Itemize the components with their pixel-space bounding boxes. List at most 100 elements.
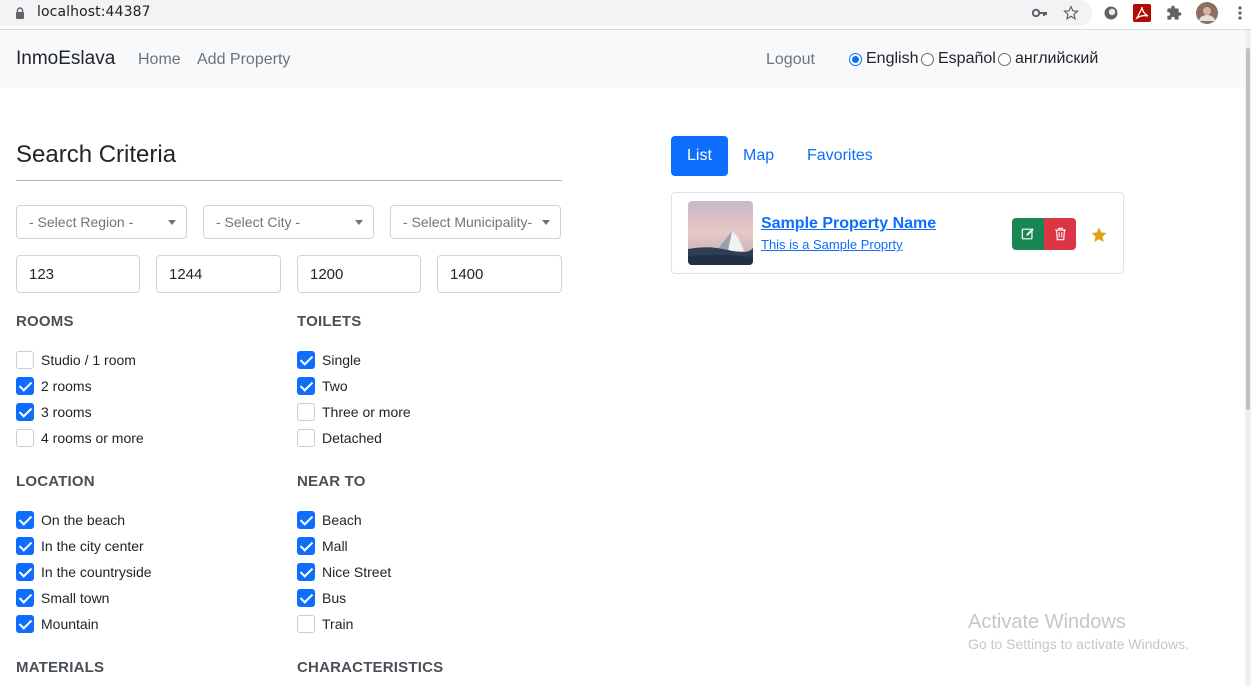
chevron-down-icon	[355, 220, 363, 225]
checkbox[interactable]	[297, 511, 315, 529]
toilets-option[interactable]: Three or more	[297, 403, 411, 421]
more-vert-icon[interactable]	[1230, 3, 1250, 23]
municipality-select-value: - Select Municipality-	[403, 214, 533, 230]
checkbox-label: 4 rooms or more	[41, 430, 144, 446]
navbar: InmoEslava Home Add Property Logout Engl…	[0, 30, 1245, 88]
city-select-value: - Select City -	[216, 214, 301, 230]
favorite-star-icon[interactable]	[1090, 226, 1108, 244]
checkbox-label: 3 rooms	[41, 404, 92, 420]
radio-russian[interactable]	[998, 52, 1011, 66]
nav-add-property-link[interactable]: Add Property	[197, 51, 290, 69]
browser-toolbar: localhost:44387	[0, 0, 1251, 30]
checkbox[interactable]	[16, 403, 34, 421]
checkbox-label: 2 rooms	[41, 378, 92, 394]
near-to-option[interactable]: Beach	[297, 511, 362, 529]
property-name-link[interactable]: Sample Property Name	[761, 215, 936, 233]
tab-map[interactable]: Map	[727, 136, 790, 176]
language-option-english[interactable]: English	[849, 50, 918, 68]
region-select[interactable]: - Select Region -	[16, 205, 187, 239]
checkbox[interactable]	[16, 377, 34, 395]
toilets-option[interactable]: Detached	[297, 429, 382, 447]
nav-home-link[interactable]: Home	[138, 51, 181, 69]
checkbox[interactable]	[16, 589, 34, 607]
tab-favorites[interactable]: Favorites	[791, 136, 889, 176]
checkbox[interactable]	[16, 511, 34, 529]
near-to-option[interactable]: Bus	[297, 589, 346, 607]
rooms-option[interactable]: 2 rooms	[16, 377, 92, 395]
brand-link[interactable]: InmoEslava	[16, 48, 115, 70]
rooms-option[interactable]: 4 rooms or more	[16, 429, 144, 447]
radio-english[interactable]	[849, 52, 862, 66]
checkbox[interactable]	[297, 403, 315, 421]
criteria-input-4[interactable]	[437, 255, 562, 293]
rooms-option[interactable]: 3 rooms	[16, 403, 92, 421]
activate-windows-title: Activate Windows	[968, 611, 1126, 633]
delete-button[interactable]	[1044, 218, 1076, 250]
checkbox[interactable]	[16, 563, 34, 581]
address-bar[interactable]: localhost:44387	[0, 0, 1092, 26]
property-description-link[interactable]: This is a Sample Proprty	[761, 237, 903, 252]
profile-avatar[interactable]	[1196, 2, 1218, 24]
key-icon[interactable]	[1030, 3, 1050, 23]
pdf-extension-icon[interactable]	[1132, 3, 1152, 23]
region-select-value: - Select Region -	[29, 214, 134, 230]
checkbox[interactable]	[297, 537, 315, 555]
checkbox[interactable]	[16, 351, 34, 369]
checkbox-label: In the city center	[41, 538, 144, 554]
criteria-input-3[interactable]	[297, 255, 421, 293]
radio-spanish[interactable]	[921, 52, 934, 66]
puzzle-icon[interactable]	[1164, 3, 1184, 23]
extension-circle-icon[interactable]	[1101, 3, 1121, 23]
activate-windows-subtitle: Go to Settings to activate Windows.	[968, 636, 1189, 652]
checkbox-label: Beach	[322, 512, 362, 528]
star-bookmark-icon[interactable]	[1061, 3, 1081, 23]
municipality-select[interactable]: - Select Municipality-	[390, 205, 561, 239]
criteria-input-1[interactable]	[16, 255, 140, 293]
checkbox[interactable]	[297, 377, 315, 395]
edit-button[interactable]	[1012, 218, 1044, 250]
property-card: Sample Property Name This is a Sample Pr…	[671, 192, 1124, 274]
location-option[interactable]: Small town	[16, 589, 109, 607]
checkbox[interactable]	[16, 537, 34, 555]
checkbox[interactable]	[297, 615, 315, 633]
checkbox[interactable]	[297, 589, 315, 607]
checkbox-label: Two	[322, 378, 348, 394]
checkbox[interactable]	[297, 351, 315, 369]
tab-list[interactable]: List	[671, 136, 728, 176]
location-heading: LOCATION	[16, 473, 95, 490]
criteria-input-2[interactable]	[156, 255, 281, 293]
near-to-heading: NEAR TO	[297, 473, 366, 490]
location-option[interactable]: On the beach	[16, 511, 125, 529]
checkbox-label: Three or more	[322, 404, 411, 420]
near-to-option[interactable]: Train	[297, 615, 353, 633]
property-thumbnail[interactable]	[688, 201, 753, 265]
language-label: Español	[938, 50, 996, 67]
logout-link[interactable]: Logout	[766, 51, 815, 69]
near-to-option[interactable]: Nice Street	[297, 563, 391, 581]
chevron-down-icon	[542, 220, 550, 225]
checkbox-label: Single	[322, 352, 361, 368]
url-text[interactable]: localhost:44387	[37, 4, 151, 20]
language-option-russian[interactable]: английский	[998, 50, 1098, 68]
city-select[interactable]: - Select City -	[203, 205, 374, 239]
language-option-spanish[interactable]: Español	[921, 50, 996, 68]
rooms-option[interactable]: Studio / 1 room	[16, 351, 136, 369]
checkbox[interactable]	[297, 429, 315, 447]
page-scrollbar[interactable]	[1245, 30, 1251, 687]
location-option[interactable]: Mountain	[16, 615, 99, 633]
checkbox[interactable]	[16, 429, 34, 447]
lock-icon[interactable]	[14, 7, 26, 19]
search-criteria-title: Search Criteria	[16, 141, 177, 168]
location-option[interactable]: In the countryside	[16, 563, 152, 581]
scrollbar-thumb[interactable]	[1246, 48, 1250, 410]
toilets-option[interactable]: Single	[297, 351, 361, 369]
near-to-option[interactable]: Mall	[297, 537, 348, 555]
language-label: английский	[1015, 50, 1099, 67]
checkbox[interactable]	[297, 563, 315, 581]
toilets-option[interactable]: Two	[297, 377, 348, 395]
location-option[interactable]: In the city center	[16, 537, 144, 555]
checkbox-label: In the countryside	[41, 564, 152, 580]
checkbox-label: On the beach	[41, 512, 126, 528]
edit-icon	[1021, 228, 1034, 240]
checkbox[interactable]	[16, 615, 34, 633]
